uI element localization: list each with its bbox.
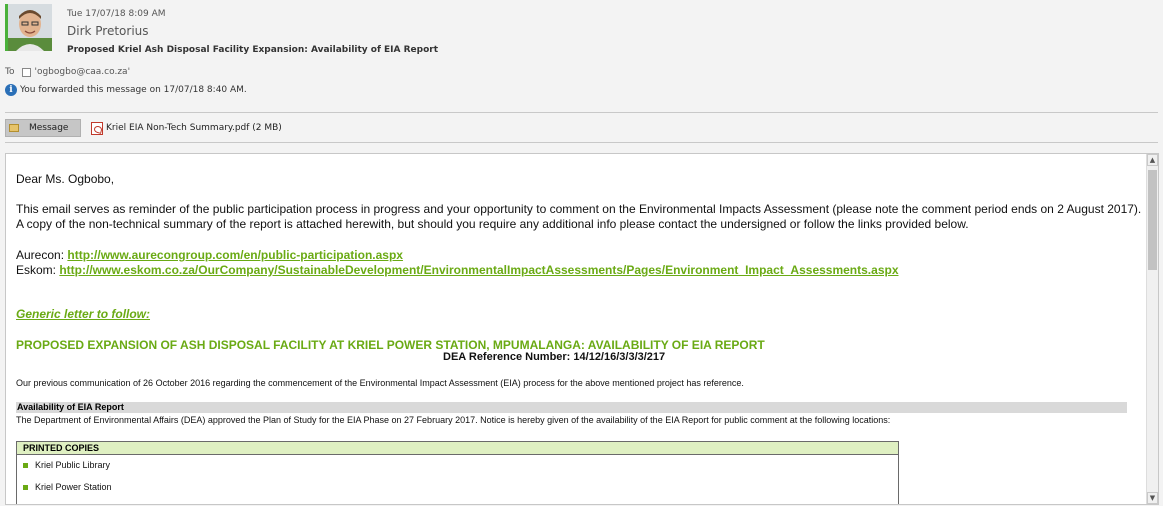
body-paragraph-line1: This email serves as reminder of the pub… [16, 202, 1142, 216]
printed-copies-table: PRINTED COPIES Kriel Public Library Krie… [16, 441, 899, 504]
message-tab-label: Message [29, 123, 69, 133]
bullet-icon [23, 462, 28, 468]
info-icon: i [5, 84, 17, 96]
attachment-pdf[interactable]: Kriel EIA Non-Tech Summary.pdf (2 MB) [91, 121, 282, 135]
previous-communication: Our previous communication of 26 October… [16, 378, 744, 388]
generic-letter-heading: Generic letter to follow: [16, 307, 151, 321]
recipient-checkbox-icon[interactable] [22, 67, 32, 77]
letter-heading: PROPOSED EXPANSION OF ASH DISPOSAL FACIL… [16, 338, 765, 352]
list-item-label: Kriel Power Station [35, 482, 112, 492]
attachment-filename: Kriel EIA Non-Tech Summary.pdf (2 MB) [106, 123, 282, 133]
to-line: To 'ogbogbo@caa.co.za' [5, 67, 130, 77]
bullet-icon [23, 484, 28, 490]
attachment-divider [5, 142, 1158, 143]
pdf-icon [91, 121, 103, 135]
list-item: Kriel Power Station [23, 482, 112, 492]
scrollbar-thumb[interactable] [1148, 170, 1157, 270]
message-subject: Proposed Kriel Ash Disposal Facility Exp… [67, 45, 439, 55]
to-label: To [5, 67, 15, 77]
header-divider [5, 112, 1158, 113]
message-content: Dear Ms. Ogbobo, This email serves as re… [6, 154, 1147, 504]
forwarded-info-text: You forwarded this message on 17/07/18 8… [20, 85, 247, 95]
printed-copies-header: PRINTED COPIES [17, 442, 898, 455]
message-body[interactable]: Dear Ms. Ogbobo, This email serves as re… [5, 153, 1159, 505]
aurecon-label: Aurecon: [16, 248, 68, 262]
eskom-line: Eskom: http://www.eskom.co.za/OurCompany… [16, 263, 899, 277]
aurecon-link[interactable]: http://www.aurecongroup.com/en/public-pa… [67, 248, 403, 262]
to-recipient[interactable]: 'ogbogbo@caa.co.za' [34, 67, 130, 77]
message-date: Tue 17/07/18 8:09 AM [67, 9, 166, 19]
aurecon-line: Aurecon: http://www.aurecongroup.com/en/… [16, 248, 403, 262]
vertical-scrollbar[interactable]: ▲ ▼ [1146, 154, 1158, 504]
message-header: Tue 17/07/18 8:09 AM Dirk Pretorius Prop… [0, 0, 1163, 112]
scroll-down-icon[interactable]: ▼ [1147, 492, 1158, 504]
eskom-label: Eskom: [16, 263, 60, 277]
sender-avatar[interactable] [5, 4, 52, 51]
sender-name[interactable]: Dirk Pretorius [67, 24, 149, 38]
list-item: Kriel Public Library [23, 460, 110, 470]
envelope-icon [9, 124, 19, 132]
forwarded-info-bar[interactable]: i You forwarded this message on 17/07/18… [5, 84, 247, 96]
scroll-up-icon[interactable]: ▲ [1147, 154, 1158, 166]
body-paragraph-line2: A copy of the non-technical summary of t… [16, 217, 969, 231]
greeting: Dear Ms. Ogbobo, [16, 172, 115, 186]
section-title-bar: Availability of EIA Report [16, 402, 1127, 413]
section-text: The Department of Environmental Affairs … [16, 415, 891, 425]
message-tab[interactable]: Message [5, 119, 81, 137]
attachment-bar: Message Kriel EIA Non-Tech Summary.pdf (… [5, 118, 282, 138]
dea-reference: DEA Reference Number: 14/12/16/3/3/3/217 [443, 351, 666, 363]
eskom-link[interactable]: http://www.eskom.co.za/OurCompany/Sustai… [59, 263, 898, 277]
list-item-label: Kriel Public Library [35, 460, 111, 470]
